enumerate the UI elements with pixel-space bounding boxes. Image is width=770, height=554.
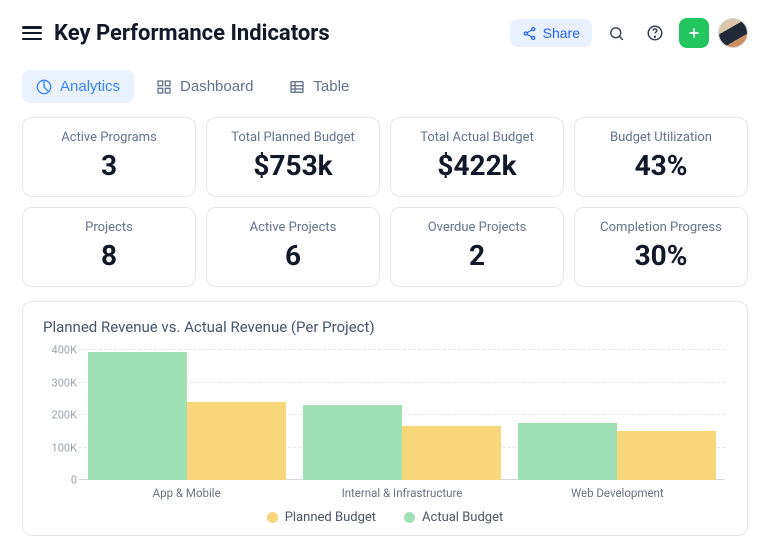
legend-item-actual: Actual Budget — [404, 510, 503, 525]
chart-plot-area: 400K 300K 200K 100K 0 — [79, 350, 725, 480]
bar-planned — [402, 426, 501, 480]
tab-analytics[interactable]: Analytics — [22, 70, 134, 103]
chart-y-axis: 400K 300K 200K 100K 0 — [39, 350, 77, 480]
legend-label: Planned Budget — [285, 510, 376, 525]
y-tick: 400K — [39, 344, 77, 357]
bar-planned — [187, 402, 286, 480]
chart-title: Planned Revenue vs. Actual Revenue (Per … — [43, 318, 731, 336]
kpi-card: Completion Progress 30% — [574, 207, 748, 287]
analytics-icon — [36, 79, 52, 95]
y-tick: 100K — [39, 441, 77, 454]
bar-actual — [303, 405, 402, 480]
share-button[interactable]: Share — [510, 19, 592, 47]
kpi-value: $422k — [401, 149, 553, 182]
search-button[interactable] — [601, 18, 631, 48]
avatar[interactable] — [718, 18, 748, 48]
kpi-value: 43% — [585, 149, 737, 182]
kpi-value: 30% — [585, 239, 737, 272]
y-tick: 0 — [39, 474, 77, 487]
kpi-value: 2 — [401, 239, 553, 272]
kpi-value: 8 — [33, 239, 185, 272]
kpi-card: Active Projects 6 — [206, 207, 380, 287]
kpi-value: $753k — [217, 149, 369, 182]
tab-label: Analytics — [60, 78, 120, 95]
x-tick-label: Web Development — [510, 486, 725, 500]
kpi-label: Overdue Projects — [401, 220, 553, 235]
tab-label: Dashboard — [180, 78, 253, 95]
kpi-grid: Active Programs 3 Total Planned Budget $… — [22, 117, 748, 287]
kpi-label: Active Programs — [33, 130, 185, 145]
chart-bars — [79, 350, 725, 480]
table-icon — [289, 79, 305, 95]
bar-group — [294, 350, 509, 480]
tab-label: Table — [313, 78, 349, 95]
chart-x-axis: App & MobileInternal & InfrastructureWeb… — [79, 486, 725, 500]
chart-card: Planned Revenue vs. Actual Revenue (Per … — [22, 301, 748, 536]
kpi-card: Budget Utilization 43% — [574, 117, 748, 197]
kpi-label: Total Actual Budget — [401, 130, 553, 145]
kpi-label: Projects — [33, 220, 185, 235]
plus-icon — [686, 25, 702, 41]
kpi-card: Projects 8 — [22, 207, 196, 287]
page-header: Key Performance Indicators Share — [22, 18, 748, 48]
page-title: Key Performance Indicators — [54, 21, 330, 46]
legend-label: Actual Budget — [422, 510, 503, 525]
kpi-card: Overdue Projects 2 — [390, 207, 564, 287]
search-icon — [608, 25, 625, 42]
help-icon — [646, 24, 664, 42]
view-tabs: Analytics Dashboard Table — [22, 70, 748, 103]
chart-legend: Planned Budget Actual Budget — [39, 510, 731, 525]
add-button[interactable] — [679, 18, 709, 48]
x-tick-label: App & Mobile — [79, 486, 294, 500]
bar-planned — [617, 431, 716, 480]
kpi-label: Completion Progress — [585, 220, 737, 235]
bar-group — [510, 350, 725, 480]
bar-group — [79, 350, 294, 480]
help-button[interactable] — [640, 18, 670, 48]
legend-swatch-icon — [404, 512, 415, 523]
x-tick-label: Internal & Infrastructure — [294, 486, 509, 500]
tab-table[interactable]: Table — [275, 70, 363, 103]
legend-swatch-icon — [267, 512, 278, 523]
kpi-card: Total Planned Budget $753k — [206, 117, 380, 197]
y-tick: 300K — [39, 376, 77, 389]
share-label: Share — [543, 25, 580, 41]
menu-icon[interactable] — [22, 26, 42, 40]
tab-dashboard[interactable]: Dashboard — [142, 70, 267, 103]
share-icon — [522, 26, 537, 41]
bar-actual — [518, 423, 617, 480]
y-tick: 200K — [39, 409, 77, 422]
kpi-value: 3 — [33, 149, 185, 182]
bar-actual — [88, 352, 187, 480]
legend-item-planned: Planned Budget — [267, 510, 376, 525]
kpi-label: Budget Utilization — [585, 130, 737, 145]
kpi-label: Total Planned Budget — [217, 130, 369, 145]
dashboard-icon — [156, 79, 172, 95]
header-actions: Share — [510, 18, 748, 48]
kpi-value: 6 — [217, 239, 369, 272]
kpi-card: Active Programs 3 — [22, 117, 196, 197]
kpi-card: Total Actual Budget $422k — [390, 117, 564, 197]
kpi-label: Active Projects — [217, 220, 369, 235]
